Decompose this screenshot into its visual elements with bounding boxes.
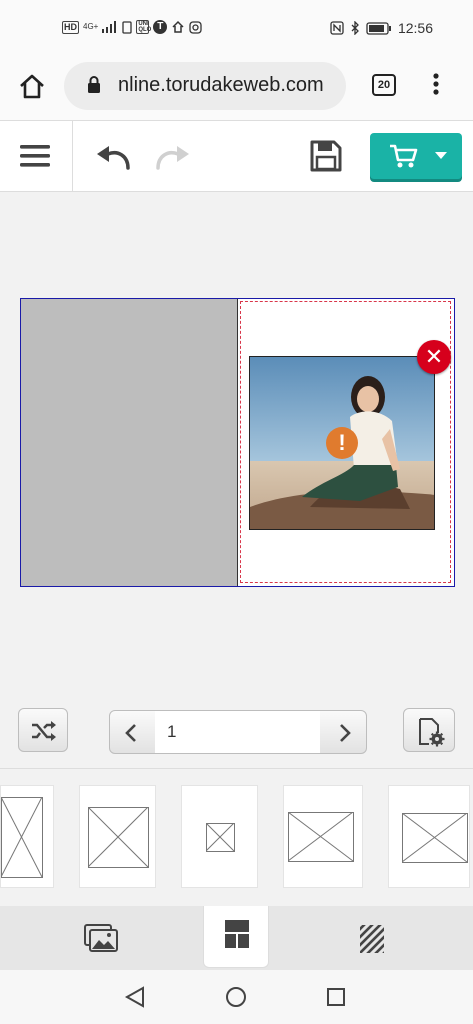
nfc-icon (330, 21, 344, 35)
home-app-icon (172, 20, 184, 33)
layout-placeholder-icon (206, 823, 235, 852)
sim-icon (122, 20, 132, 34)
more-menu-icon[interactable] (430, 70, 442, 100)
hd-badge: HD (62, 20, 79, 34)
layout-card-4[interactable] (283, 785, 363, 888)
layout-tab[interactable] (203, 906, 269, 968)
layout-placeholder-icon (1, 797, 43, 878)
lock-icon (88, 76, 100, 93)
page-gear-icon (419, 718, 445, 747)
toolbar-divider (72, 121, 73, 191)
clock: 12:56 (397, 20, 433, 36)
uniqlo-icon: UNI QLO (136, 20, 152, 34)
layout-card-1[interactable] (0, 785, 54, 888)
instagram-icon (189, 20, 202, 34)
delete-photo-button[interactable]: ✕ (417, 340, 451, 374)
layout-tab-icon (225, 920, 249, 948)
layout-placeholder-icon (288, 812, 354, 862)
home-icon[interactable] (18, 72, 46, 100)
save-icon[interactable] (310, 140, 342, 172)
cart-button[interactable] (370, 133, 462, 179)
redo-icon[interactable] (152, 142, 192, 174)
network-type: 4G+ (83, 22, 99, 31)
page-settings-button[interactable] (403, 708, 455, 752)
url-text[interactable]: nline.torudakeweb.com (118, 74, 338, 97)
layout-placeholder-icon (88, 807, 149, 868)
shuffle-icon (32, 721, 56, 741)
chevron-right-icon[interactable] (338, 723, 352, 743)
layout-card-5[interactable] (388, 785, 470, 888)
background-pattern-tab-icon[interactable] (360, 925, 384, 953)
hamburger-menu-icon[interactable] (20, 143, 52, 169)
back-triangle-icon[interactable] (124, 986, 146, 1008)
chevron-left-icon[interactable] (124, 723, 138, 743)
page-number-field[interactable]: 1 (155, 710, 320, 754)
recents-square-icon[interactable] (326, 987, 346, 1007)
page-divider (237, 299, 238, 586)
layout-card-3[interactable] (181, 785, 258, 888)
status-right-icons: 12:56 (330, 20, 433, 36)
warning-icon[interactable]: ! (326, 427, 358, 459)
status-bar: HD 4G+ UNI QLO T 12:56 (0, 0, 473, 58)
shuffle-button[interactable] (18, 708, 68, 752)
undo-icon[interactable] (94, 142, 134, 174)
layout-placeholder-icon (402, 813, 468, 863)
battery-icon (366, 21, 391, 35)
t-app-icon: T (153, 20, 168, 34)
home-circle-icon[interactable] (225, 986, 247, 1008)
status-left-icons: HD 4G+ UNI QLO T (62, 20, 202, 34)
caret-down-icon (435, 152, 447, 159)
signal-icon (102, 21, 117, 33)
photos-tab-icon[interactable] (84, 923, 118, 953)
tab-switcher-button[interactable]: 20 (372, 74, 396, 96)
layout-card-2[interactable] (79, 785, 156, 888)
left-page[interactable] (21, 299, 237, 586)
bluetooth-icon (351, 21, 359, 35)
cart-icon (390, 144, 418, 168)
